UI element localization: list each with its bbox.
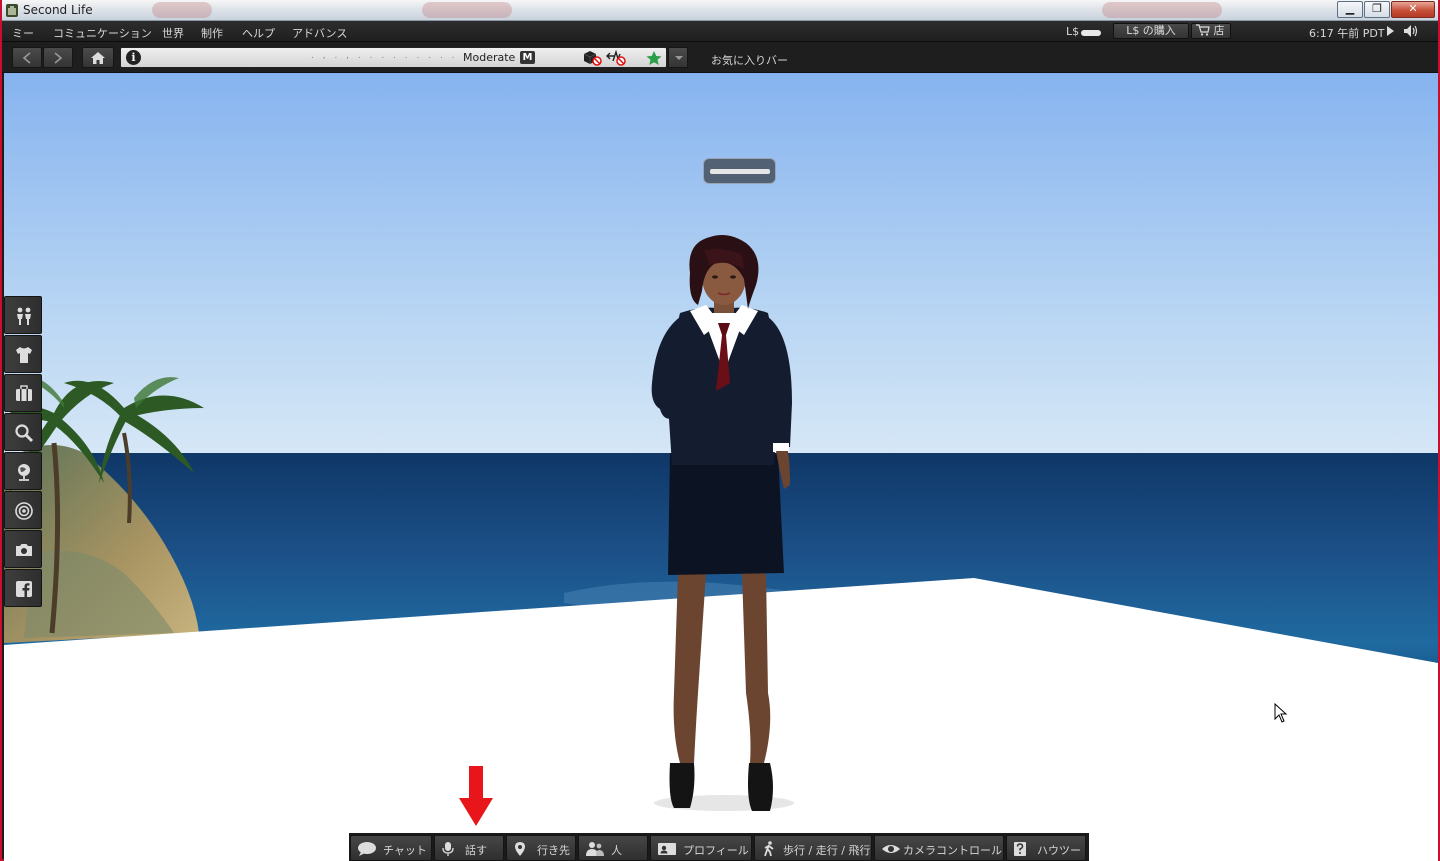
shop-button[interactable]: 店 <box>1191 23 1231 39</box>
favorite-star-icon[interactable] <box>643 50 665 66</box>
title-bar-blur <box>422 2 512 18</box>
navigation-bar: i . , . , . . . . . . . . . . . . Modera… <box>2 42 1438 73</box>
radar-button[interactable] <box>4 491 42 529</box>
menu-communicate[interactable]: コミュニケーション <box>53 25 152 41</box>
info-icon[interactable]: i <box>126 50 141 65</box>
facebook-button[interactable] <box>4 569 42 607</box>
walk-run-fly-label: 歩行 / 走行 / 飛行 <box>783 844 871 857</box>
people-label: 人 <box>611 844 622 857</box>
shop-label: 店 <box>1213 24 1225 37</box>
maturity-badge[interactable]: M <box>520 51 535 64</box>
chat-bubble-icon <box>358 842 376 856</box>
appearance-button[interactable] <box>4 335 42 373</box>
how-to-label: ハウツー <box>1037 844 1081 857</box>
clock: 6:17 午前 PDT <box>1309 27 1385 40</box>
volume-icon[interactable] <box>1403 24 1419 38</box>
avatar-picker-button[interactable] <box>4 296 42 334</box>
camera-controls-label: カメラコントロール <box>903 844 1002 857</box>
menu-build[interactable]: 制作 <box>201 25 223 41</box>
maximize-button[interactable]: ❐ <box>1364 1 1390 18</box>
location-field[interactable]: i . , . , . . . . . . . . . . . . Modera… <box>120 47 667 68</box>
help-book-icon <box>1014 842 1026 856</box>
globe-icon <box>18 464 30 481</box>
suitcase-icon <box>16 385 32 401</box>
destinations-label: 行き先 <box>537 844 570 857</box>
people-button[interactable]: 人 <box>578 835 648 861</box>
people-icon <box>586 842 604 856</box>
title-bar[interactable]: Second Life ▁ ❐ ✕ <box>2 0 1438 21</box>
walking-person-icon <box>764 841 774 857</box>
no-build-icon[interactable] <box>581 50 603 66</box>
home-button[interactable] <box>82 47 114 68</box>
annotation-arrow-icon <box>459 766 493 826</box>
title-bar-blur <box>1102 2 1222 18</box>
map-button[interactable] <box>4 452 42 490</box>
profile-button[interactable]: プロフィール <box>650 835 752 861</box>
shirt-icon <box>16 347 32 363</box>
window-controls: ▁ ❐ ✕ <box>1336 1 1435 18</box>
speak-label: 話す <box>465 844 487 857</box>
chat-label: チャット <box>383 844 427 857</box>
maturity-rating: Moderate <box>463 51 516 64</box>
minimize-button[interactable]: ▁ <box>1337 1 1363 18</box>
menu-world[interactable]: 世界 <box>162 25 184 41</box>
walk-run-fly-button[interactable]: 歩行 / 走行 / 飛行 <box>754 835 872 861</box>
window-title: Second Life <box>23 3 93 17</box>
minimize-icon: ▁ <box>1345 2 1355 15</box>
second-life-window: Second Life ▁ ❐ ✕ ミー コミュニケーション 世界 制作 ヘルプ… <box>0 0 1440 861</box>
title-bar-blur <box>152 2 212 18</box>
home-icon <box>91 51 105 64</box>
profile-label: プロフィール <box>683 844 749 857</box>
close-button[interactable]: ✕ <box>1391 1 1435 18</box>
location-history-dropdown[interactable] <box>668 47 688 68</box>
avatar-people-icon <box>17 307 31 325</box>
menu-me[interactable]: ミー <box>12 25 34 41</box>
shopping-cart-icon <box>1196 24 1210 36</box>
restore-icon: ❐ <box>1372 2 1382 15</box>
media-play-icon[interactable] <box>1387 26 1394 36</box>
camera-controls-button[interactable]: カメラコントロール <box>874 835 1004 861</box>
radar-icon <box>15 502 33 520</box>
menu-advanced[interactable]: アドバンス <box>292 25 347 41</box>
second-life-hand-icon <box>6 4 18 17</box>
speak-button[interactable]: 話す <box>434 835 504 861</box>
menu-bar: ミー コミュニケーション 世界 制作 ヘルプ アドバンス L$ L$ の購入 店… <box>2 21 1438 42</box>
bottom-toolbar: チャット 話す 行き先 人 プロフィール 歩行 / 走行 / 飛行 カメラコント… <box>349 833 1089 861</box>
chat-button[interactable]: チャット <box>350 835 432 861</box>
close-icon: ✕ <box>1408 2 1418 15</box>
arrow-left-icon <box>22 51 31 64</box>
profile-card-icon <box>658 843 676 855</box>
how-to-button[interactable]: ハウツー <box>1006 835 1086 861</box>
snapshot-button[interactable] <box>4 530 42 568</box>
eye-icon <box>882 845 900 853</box>
map-pin-icon <box>515 842 525 856</box>
mouse-cursor-icon <box>1274 703 1288 723</box>
camera-icon <box>16 544 32 556</box>
avatar-name-redacted <box>710 169 770 174</box>
microphone-icon <box>442 842 454 856</box>
forward-button[interactable] <box>43 47 73 68</box>
back-button[interactable] <box>12 47 42 68</box>
destinations-button[interactable]: 行き先 <box>506 835 576 861</box>
menu-help[interactable]: ヘルプ <box>242 25 275 41</box>
arrow-right-icon <box>54 51 63 64</box>
world-viewport[interactable] <box>4 73 1438 861</box>
no-script-push-icon[interactable] <box>605 50 627 66</box>
currency-balance[interactable] <box>1081 30 1101 36</box>
search-icon <box>15 424 34 443</box>
chevron-down-icon <box>675 56 683 60</box>
avatar-name-tag[interactable] <box>703 158 776 184</box>
facebook-icon <box>16 581 32 597</box>
currency-label: L$ <box>1066 25 1080 38</box>
search-button[interactable] <box>4 413 42 451</box>
left-toolbar <box>4 296 42 608</box>
favorites-bar[interactable]: お気に入りバー <box>711 52 788 68</box>
world-scene <box>4 73 1438 861</box>
inventory-button[interactable] <box>4 374 42 412</box>
buy-currency-button[interactable]: L$ の購入 <box>1113 23 1189 39</box>
